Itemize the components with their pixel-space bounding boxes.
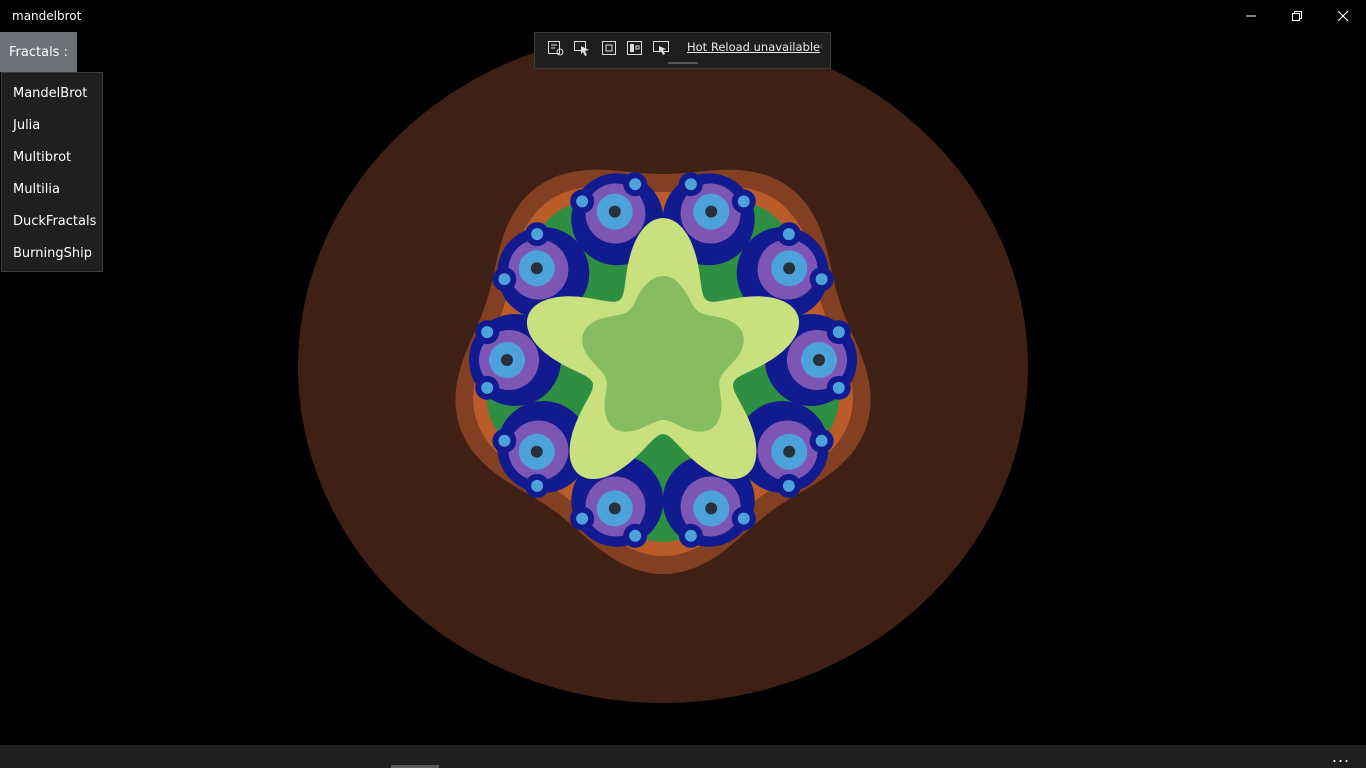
- close-button[interactable]: [1320, 0, 1366, 32]
- fractals-menu-label: Fractals :: [9, 44, 68, 60]
- fractal-bulb-core: [705, 502, 718, 515]
- fractal-bulb-core: [530, 445, 543, 458]
- menu-item-duckfractals[interactable]: DuckFractals: [2, 205, 102, 237]
- toolbar-drag-handle[interactable]: [668, 62, 698, 64]
- fractal-bud-core: [782, 479, 795, 492]
- fractal-bud-core: [481, 381, 494, 394]
- fractal-bud-core: [737, 512, 750, 525]
- minimize-button[interactable]: [1228, 0, 1274, 32]
- fractal-canvas[interactable]: [0, 0, 1366, 745]
- fractal-bud-core: [684, 529, 697, 542]
- fractal-bulb-core: [530, 262, 543, 275]
- fractal-bud-core: [737, 195, 750, 208]
- title-bar: mandelbrot: [0, 0, 1366, 32]
- xaml-debug-toolbar: Hot Reload unavailable ‹: [534, 32, 831, 69]
- fractal-bud-core: [629, 178, 642, 191]
- display-layout-adorners-icon: [602, 41, 616, 55]
- preview-selection-icon: [653, 41, 669, 55]
- app-bar: ...: [0, 745, 1366, 768]
- restore-button[interactable]: [1274, 0, 1320, 32]
- menu-item-label: Multilia: [13, 181, 60, 197]
- preview-selection-button[interactable]: [650, 38, 672, 58]
- fractal-bud-core: [531, 228, 544, 241]
- close-icon: [1337, 10, 1349, 22]
- menu-item-multilia[interactable]: Multilia: [2, 173, 102, 205]
- menu-item-label: Julia: [13, 117, 41, 133]
- menu-item-label: BurningShip: [13, 245, 92, 261]
- fractal-bud-core: [684, 178, 697, 191]
- menu-item-burningship[interactable]: BurningShip: [2, 237, 102, 269]
- hot-reload-link[interactable]: Hot Reload unavailable: [687, 40, 820, 54]
- fractal-bud-core: [498, 273, 511, 286]
- fractal-bulb-core: [813, 354, 825, 366]
- menu-item-label: DuckFractals: [13, 213, 97, 229]
- fractal-bulb-core: [608, 502, 621, 515]
- menu-item-label: Multibrot: [13, 149, 72, 165]
- fractal-bud-core: [498, 434, 511, 447]
- fractal-bud-core: [815, 434, 828, 447]
- menu-item-julia[interactable]: Julia: [2, 109, 102, 141]
- fractal-bud-core: [481, 326, 494, 339]
- minimize-icon: [1246, 15, 1256, 17]
- track-focus-button[interactable]: [624, 38, 646, 58]
- fractal-bulb-core: [705, 205, 718, 218]
- more-icon: ...: [1331, 747, 1351, 766]
- fractal-bud-core: [832, 326, 845, 339]
- live-visual-tree-button[interactable]: [545, 38, 567, 58]
- fractal-bud-core: [832, 381, 845, 394]
- display-layout-adorners-button[interactable]: [598, 38, 620, 58]
- fractal-bud-core: [815, 273, 828, 286]
- select-element-icon: [574, 41, 589, 56]
- fractal-bulb-core: [783, 445, 796, 458]
- fractals-menu-button[interactable]: Fractals :: [0, 32, 77, 72]
- fractal-bud-core: [629, 529, 642, 542]
- fractal-bulb-core: [501, 354, 513, 366]
- fractal-bud-core: [576, 512, 589, 525]
- more-button[interactable]: ...: [1326, 745, 1356, 768]
- fractal-bud-core: [531, 479, 544, 492]
- fractal-image: [298, 31, 1028, 703]
- select-element-button[interactable]: [571, 38, 593, 58]
- restore-icon: [1292, 11, 1302, 21]
- fractal-bulb-core: [608, 205, 621, 218]
- fractals-menu-flyout: MandelBrot Julia Multibrot Multilia Duck…: [1, 72, 103, 272]
- menu-item-mandelbrot[interactable]: MandelBrot: [2, 77, 102, 109]
- track-focus-icon: [627, 41, 642, 55]
- fractal-bud-core: [576, 195, 589, 208]
- fractal-bud-core: [782, 228, 795, 241]
- window-title: mandelbrot: [12, 9, 82, 23]
- chevron-left-icon[interactable]: ‹: [819, 39, 824, 53]
- menu-item-label: MandelBrot: [13, 85, 88, 101]
- live-visual-tree-icon: [548, 41, 564, 56]
- menu-item-multibrot[interactable]: Multibrot: [2, 141, 102, 173]
- fractal-bulb-core: [783, 262, 796, 275]
